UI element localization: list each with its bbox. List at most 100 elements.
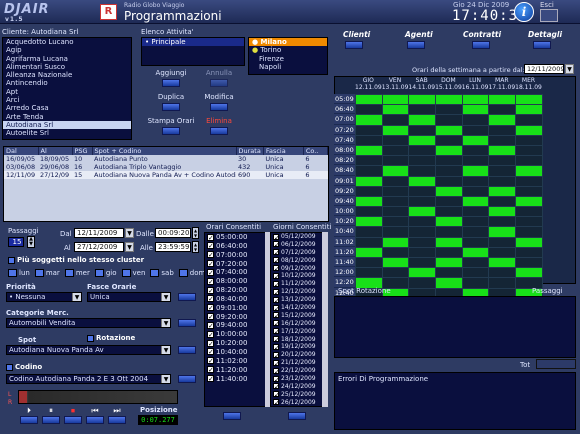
transport-button[interactable] bbox=[86, 416, 104, 424]
schedule-cell[interactable] bbox=[435, 185, 463, 197]
al-field[interactable]: 27/12/2009 bbox=[74, 242, 124, 252]
schedule-cell[interactable] bbox=[381, 216, 410, 228]
schedule-cell[interactable] bbox=[488, 206, 517, 218]
schedule-cell[interactable] bbox=[461, 104, 490, 116]
schedule-cell[interactable] bbox=[461, 144, 490, 157]
elenco-list[interactable]: • Principale bbox=[141, 37, 245, 66]
schedule-cell[interactable] bbox=[515, 206, 543, 218]
orario-item[interactable]: 10:40:00 bbox=[205, 348, 265, 357]
schedule-cell[interactable] bbox=[355, 104, 383, 116]
orario-item[interactable]: 07:00:00 bbox=[205, 251, 265, 260]
schedule-cell[interactable] bbox=[461, 246, 490, 259]
giorno-item[interactable]: 26/12/2009 bbox=[271, 399, 322, 406]
schedule-cell[interactable] bbox=[515, 226, 543, 238]
list-item[interactable]: • Principale bbox=[142, 38, 244, 47]
schedule-cell[interactable] bbox=[515, 216, 543, 228]
schedule-start-field[interactable]: 12/11/2009 bbox=[524, 64, 564, 74]
col-psg[interactable]: PSG bbox=[72, 147, 93, 155]
spots-table[interactable]: Dal Al PSG Spot + Codino Durata Fascia C… bbox=[3, 146, 329, 222]
dal-field[interactable]: 12/11/2009 bbox=[74, 228, 124, 238]
schedule-cell[interactable] bbox=[461, 226, 490, 238]
day-checkbox-dom[interactable]: dom bbox=[178, 269, 205, 277]
schedule-cell[interactable] bbox=[355, 93, 383, 106]
codino-button[interactable] bbox=[178, 375, 196, 383]
schedule-cell[interactable] bbox=[408, 226, 437, 238]
schedule-cell[interactable] bbox=[408, 114, 437, 126]
client-item[interactable]: Arci bbox=[3, 96, 131, 104]
schedule-cell[interactable] bbox=[461, 114, 490, 126]
day-checkbox-sab[interactable]: sab bbox=[150, 269, 174, 277]
schedule-cell[interactable] bbox=[515, 134, 543, 146]
info-icon[interactable]: i bbox=[514, 2, 534, 22]
schedule-cell[interactable] bbox=[515, 124, 543, 136]
schedule-cell[interactable] bbox=[461, 216, 490, 228]
schedule-cell[interactable] bbox=[355, 124, 383, 136]
client-item[interactable]: Arredo Casa bbox=[3, 104, 131, 112]
categorie-select[interactable]: Automobili Vendita ▼ bbox=[6, 318, 171, 328]
play-icon[interactable]: ⏵ bbox=[20, 406, 38, 416]
giorno-item[interactable]: 08/12/2009 bbox=[271, 257, 322, 265]
schedule-cell[interactable] bbox=[435, 246, 463, 259]
dalle-field[interactable]: 00:09:20 bbox=[155, 228, 191, 238]
schedule-cell[interactable] bbox=[435, 155, 463, 167]
orario-item[interactable]: 08:00:00 bbox=[205, 277, 265, 286]
schedule-cell[interactable] bbox=[515, 114, 543, 126]
schedule-cell[interactable] bbox=[355, 144, 383, 157]
city-item[interactable]: Firenze bbox=[249, 55, 327, 63]
stampa-button[interactable] bbox=[162, 127, 180, 135]
pause-icon[interactable]: ⏸ bbox=[42, 406, 60, 416]
schedule-cell[interactable] bbox=[488, 256, 517, 269]
giorno-item[interactable]: 13/12/2009 bbox=[271, 296, 322, 304]
client-list[interactable]: Acquedotto Lucano Agip Agrifarma Lucana Ali… bbox=[2, 37, 132, 140]
schedule-cell[interactable] bbox=[435, 267, 463, 279]
spot-button[interactable] bbox=[178, 346, 196, 354]
schedule-cell[interactable] bbox=[355, 134, 383, 146]
giorni-list[interactable]: 05/12/200906/12/200907/12/200908/12/2009… bbox=[270, 232, 323, 407]
schedule-cell[interactable] bbox=[488, 114, 517, 126]
day-checkbox-ven[interactable]: ven bbox=[121, 269, 145, 277]
schedule-cell[interactable] bbox=[515, 246, 543, 259]
schedule-cell[interactable] bbox=[408, 216, 437, 228]
giorno-item[interactable]: 23/12/2009 bbox=[271, 375, 322, 383]
transport-button[interactable] bbox=[108, 416, 126, 424]
schedule-cell[interactable] bbox=[381, 246, 410, 259]
client-item[interactable]: Alleanza Nazionale bbox=[3, 71, 131, 79]
nav-dettagli-button[interactable] bbox=[533, 41, 551, 49]
schedule-cell[interactable] bbox=[355, 185, 383, 197]
schedule-cell[interactable] bbox=[488, 144, 517, 157]
client-item[interactable]: Autoelite Srl bbox=[3, 129, 131, 137]
orario-item[interactable]: 08:20:00 bbox=[205, 286, 265, 295]
orario-item[interactable]: 11:02:00 bbox=[205, 357, 265, 366]
schedule-cell[interactable] bbox=[435, 134, 463, 146]
giorno-item[interactable]: 09/12/2009 bbox=[271, 265, 322, 273]
schedule-cell[interactable] bbox=[515, 155, 543, 167]
client-item[interactable]: Agrifarma Lucana bbox=[3, 55, 131, 63]
schedule-cell[interactable] bbox=[461, 195, 490, 208]
schedule-cell[interactable] bbox=[488, 267, 517, 279]
schedule-cell[interactable] bbox=[515, 236, 543, 248]
orario-item[interactable]: 08:40:00 bbox=[205, 295, 265, 304]
schedule-cell[interactable] bbox=[355, 175, 383, 187]
schedule-cell[interactable] bbox=[435, 165, 463, 177]
schedule-cell[interactable] bbox=[488, 236, 517, 248]
schedule-cell[interactable] bbox=[355, 206, 383, 218]
schedule-cell[interactable] bbox=[435, 206, 463, 218]
schedule-cell[interactable] bbox=[408, 165, 437, 177]
client-item[interactable]: Autodiana Srl bbox=[3, 120, 131, 130]
client-item[interactable]: Antincendio bbox=[3, 79, 131, 87]
schedule-cell[interactable] bbox=[381, 236, 410, 248]
schedule-cell[interactable] bbox=[355, 114, 383, 126]
schedule-cell[interactable] bbox=[408, 175, 437, 187]
dal-dropdown[interactable]: ▼ bbox=[125, 228, 134, 238]
schedule-cell[interactable] bbox=[408, 144, 437, 157]
schedule-cell[interactable] bbox=[488, 175, 517, 187]
schedule-cell[interactable] bbox=[381, 165, 410, 177]
giorno-item[interactable]: 14/12/2009 bbox=[271, 304, 322, 312]
rewind-icon[interactable]: ⏮ bbox=[86, 406, 104, 416]
schedule-cell[interactable] bbox=[488, 195, 517, 208]
table-row[interactable]: 03/06/08 29/06/08 16 Autodiana Triplo Vanta… bbox=[4, 163, 328, 171]
schedule-cell[interactable] bbox=[488, 165, 517, 177]
passaggi-spinner[interactable]: ▲ ▼ bbox=[27, 236, 35, 248]
schedule-cell[interactable] bbox=[381, 155, 410, 167]
schedule-cell[interactable] bbox=[435, 104, 463, 116]
